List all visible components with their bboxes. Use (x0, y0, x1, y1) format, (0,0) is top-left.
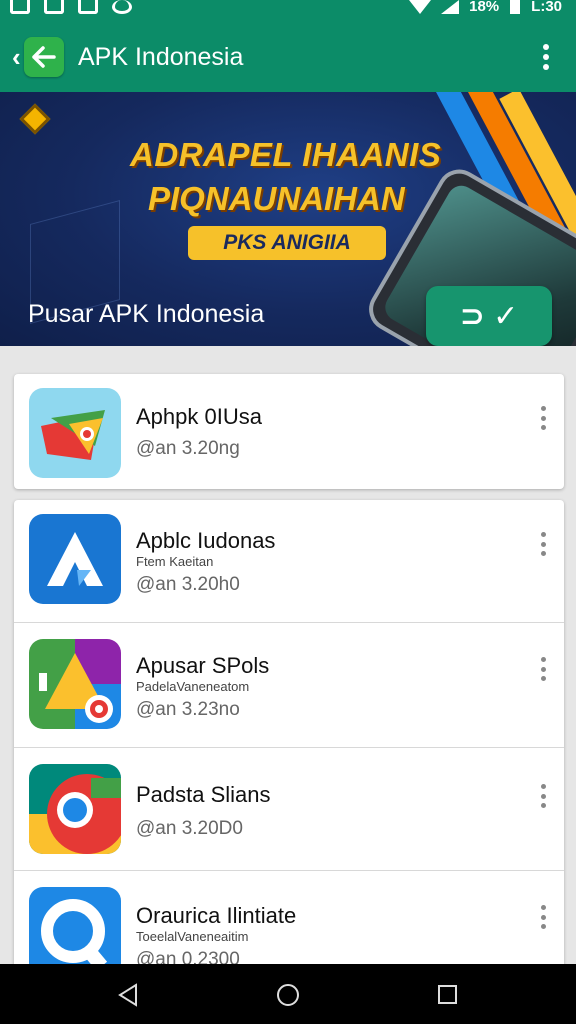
list-item[interactable]: Apusar SPols PadelaVaneneatom @an 3.23no (14, 623, 564, 747)
item-menu-icon[interactable] (536, 905, 550, 929)
status-indicators: 18% L:30 (409, 0, 562, 20)
banner-headline: ADRAPEL IHAANIS (130, 136, 442, 173)
app-version: @an 3.20h0 (136, 574, 240, 595)
app-name: Aphpk 0IUsa (136, 404, 262, 429)
app-developer: PadelaVaneneatom (136, 679, 250, 694)
notification-icon (44, 0, 64, 14)
app-name: Oraurica Ilintiate (136, 903, 297, 928)
back-button[interactable]: ‹ (12, 36, 66, 78)
list-item[interactable]: Apblc Iudonas Ftem Kaeitan @an 3.20h0 (14, 500, 564, 622)
item-menu-icon[interactable] (536, 406, 550, 430)
diamond-decoration-icon (19, 103, 51, 135)
page-title: APK Indonesia (78, 43, 244, 71)
app-name: Padsta Slians (136, 782, 271, 807)
app-icon (29, 639, 121, 729)
banner-caption: Pusar APK Indonesia (28, 300, 265, 328)
item-menu-icon[interactable] (536, 532, 550, 556)
app-icon (29, 887, 121, 970)
app-icon (29, 388, 121, 478)
banner-action-button[interactable]: ⊃ ✓ (426, 286, 552, 346)
app-version: @an 3.23no (136, 699, 240, 720)
status-bar: 18% L:30 (0, 0, 576, 22)
item-menu-icon[interactable] (536, 784, 550, 808)
system-nav-bar (0, 964, 576, 1024)
app-developer: Ftem Kaeitan (136, 554, 214, 569)
notification-icons (10, 0, 132, 22)
app-name: Apblc Iudonas (136, 528, 276, 553)
app-icon (29, 764, 121, 854)
signal-icon (441, 0, 460, 14)
wifi-icon (409, 0, 432, 14)
app-name: Apusar SPols (136, 653, 270, 678)
nav-recents-icon[interactable] (438, 985, 457, 1004)
app-bar: ‹ APK Indonesia (0, 22, 576, 92)
list-item[interactable]: Aphpk 0IUsa @an 3.20ng (14, 374, 564, 489)
notification-icon (10, 0, 30, 14)
battery-percent: 18% (469, 0, 500, 15)
banner-subheadline: PIQNAUNAIHAN (148, 180, 405, 217)
list-item[interactable]: Oraurica Ilintiate ToeelalVaneneaitim @a… (14, 871, 564, 970)
notification-icon (112, 0, 132, 14)
app-developer: ToeelalVaneneaitim (136, 929, 249, 944)
app-list-card: Apblc Iudonas Ftem Kaeitan @an 3.20h0 Ap… (14, 500, 564, 970)
app-icon (29, 514, 121, 604)
clock: L:30 (531, 0, 562, 15)
app-version: @an 3.20D0 (136, 818, 243, 839)
notification-icon (78, 0, 98, 14)
promo-banner[interactable]: ADRAPEL IHAANIS PIQNAUNAIHAN PKS ANIGIIA… (0, 92, 576, 346)
overflow-menu-icon[interactable] (536, 42, 556, 72)
banner-tag: PKS ANIGIIA (188, 226, 386, 260)
item-menu-icon[interactable] (536, 657, 550, 681)
app-card: Aphpk 0IUsa @an 3.20ng (14, 374, 564, 489)
nav-home-icon[interactable] (277, 984, 299, 1006)
back-arrow-icon (24, 37, 64, 77)
app-version: @an 3.20ng (136, 438, 240, 459)
list-item[interactable]: Padsta Slians @an 3.20D0 (14, 748, 564, 870)
chevron-left-icon: ‹ (12, 41, 21, 72)
nav-back-icon[interactable] (118, 983, 138, 1007)
battery-icon (510, 0, 521, 14)
